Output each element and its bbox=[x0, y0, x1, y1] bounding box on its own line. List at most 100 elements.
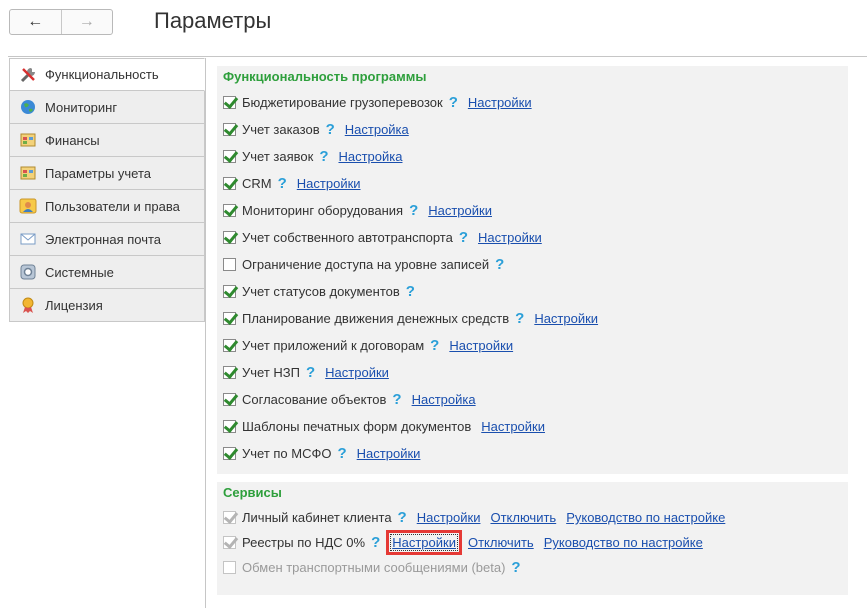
tab-users[interactable]: Пользователи и права bbox=[9, 190, 205, 223]
tab-ledger[interactable]: Параметры учета bbox=[9, 157, 205, 190]
option-checkbox bbox=[223, 536, 236, 549]
help-icon[interactable]: ? bbox=[319, 148, 328, 165]
option-checkbox[interactable] bbox=[223, 231, 236, 244]
option-row: Ограничение доступа на уровне записей? bbox=[223, 251, 848, 278]
option-label[interactable]: Учет собственного автотранспорта bbox=[242, 230, 453, 245]
tab-label: Мониторинг bbox=[45, 99, 118, 115]
ledger-icon bbox=[19, 164, 37, 182]
option-label[interactable]: Обмен транспортными сообщениями (beta) bbox=[242, 560, 505, 575]
option-checkbox[interactable] bbox=[223, 258, 236, 271]
tab-label: Финансы bbox=[45, 132, 100, 148]
option-label[interactable]: Планирование движения денежных средств bbox=[242, 311, 509, 326]
link-settings[interactable]: Настройки bbox=[417, 510, 481, 525]
tab-finance[interactable]: Финансы bbox=[9, 124, 205, 157]
option-label[interactable]: Учет НЗП bbox=[242, 365, 300, 380]
help-icon[interactable]: ? bbox=[409, 202, 418, 219]
tab-globe[interactable]: Мониторинг bbox=[9, 91, 205, 124]
nav-buttons: ← → bbox=[9, 9, 113, 35]
back-button[interactable]: ← bbox=[10, 10, 61, 34]
page-title: Параметры bbox=[154, 8, 272, 33]
option-checkbox[interactable] bbox=[223, 447, 236, 460]
option-checkbox[interactable] bbox=[223, 204, 236, 217]
option-row: Учет НЗП? Настройки bbox=[223, 359, 848, 386]
option-label[interactable]: Бюджетирование грузоперевозок bbox=[242, 95, 443, 110]
option-checkbox[interactable] bbox=[223, 177, 236, 190]
option-checkbox bbox=[223, 511, 236, 524]
link-disable[interactable]: Отключить bbox=[490, 510, 556, 525]
link-guide[interactable]: Руководство по настройке bbox=[544, 535, 703, 550]
option-checkbox[interactable] bbox=[223, 123, 236, 136]
link-settings[interactable]: Настройки bbox=[449, 338, 513, 353]
help-icon[interactable]: ? bbox=[398, 509, 407, 526]
link-settings[interactable]: Настройка bbox=[412, 392, 476, 407]
option-label[interactable]: Личный кабинет клиента bbox=[242, 510, 392, 525]
help-icon[interactable]: ? bbox=[278, 175, 287, 192]
option-label[interactable]: Учет приложений к договорам bbox=[242, 338, 424, 353]
link-settings[interactable]: Настройки bbox=[478, 230, 542, 245]
help-icon[interactable]: ? bbox=[515, 310, 524, 327]
link-guide[interactable]: Руководство по настройке bbox=[566, 510, 725, 525]
help-icon[interactable]: ? bbox=[511, 559, 520, 576]
option-checkbox[interactable] bbox=[223, 96, 236, 109]
option-checkbox[interactable] bbox=[223, 285, 236, 298]
link-settings[interactable]: Настройки bbox=[325, 365, 389, 380]
option-checkbox[interactable] bbox=[223, 150, 236, 163]
help-icon[interactable]: ? bbox=[338, 445, 347, 462]
help-icon[interactable]: ? bbox=[449, 94, 458, 111]
link-settings[interactable]: Настройки bbox=[481, 419, 545, 434]
link-settings[interactable]: Настройки bbox=[468, 95, 532, 110]
services-group: Сервисы Личный кабинет клиента? Настройки… bbox=[217, 482, 848, 595]
arrow-left-icon: ← bbox=[27, 13, 44, 30]
option-label[interactable]: Учет по МСФО bbox=[242, 446, 332, 461]
option-label[interactable]: Учет заявок bbox=[242, 149, 313, 164]
option-checkbox[interactable] bbox=[223, 393, 236, 406]
link-settings[interactable]: Настройка bbox=[338, 149, 402, 164]
header-divider bbox=[8, 56, 867, 57]
help-icon[interactable]: ? bbox=[459, 229, 468, 246]
help-icon[interactable]: ? bbox=[326, 121, 335, 138]
sidebar: Функциональность Мониторинг Финансы Парамет… bbox=[9, 58, 205, 322]
link-settings[interactable]: Настройки bbox=[297, 176, 361, 191]
option-label[interactable]: Ограничение доступа на уровне записей bbox=[242, 257, 489, 272]
link-settings[interactable]: Настройка bbox=[345, 122, 409, 137]
tab-mail[interactable]: Электронная почта bbox=[9, 223, 205, 256]
tab-system[interactable]: Системные bbox=[9, 256, 205, 289]
tools-icon bbox=[19, 66, 37, 84]
option-row: CRM? Настройки bbox=[223, 170, 848, 197]
option-row: Бюджетирование грузоперевозок? Настройки bbox=[223, 89, 848, 116]
help-icon[interactable]: ? bbox=[430, 337, 439, 354]
help-icon[interactable]: ? bbox=[392, 391, 401, 408]
option-row: Учет заявок? Настройка bbox=[223, 143, 848, 170]
option-checkbox[interactable] bbox=[223, 420, 236, 433]
link-disable[interactable]: Отключить bbox=[468, 535, 534, 550]
tab-tools[interactable]: Функциональность bbox=[9, 58, 205, 91]
help-icon[interactable]: ? bbox=[406, 283, 415, 300]
option-row: Личный кабинет клиента? Настройки Отключит… bbox=[223, 505, 848, 530]
help-icon[interactable]: ? bbox=[306, 364, 315, 381]
option-label[interactable]: Реестры по НДС 0% bbox=[242, 535, 365, 550]
option-label[interactable]: Учет статусов документов bbox=[242, 284, 400, 299]
option-label[interactable]: Учет заказов bbox=[242, 122, 320, 137]
link-settings[interactable]: Настройки bbox=[428, 203, 492, 218]
link-settings[interactable]: Настройки bbox=[357, 446, 421, 461]
system-icon bbox=[19, 263, 37, 281]
tab-label: Системные bbox=[45, 264, 114, 280]
tab-label: Функциональность bbox=[45, 67, 159, 82]
link-settings[interactable]: Настройки bbox=[534, 311, 598, 326]
tab-license[interactable]: Лицензия bbox=[9, 289, 205, 322]
arrow-right-icon: → bbox=[78, 13, 95, 30]
option-label[interactable]: CRM bbox=[242, 176, 272, 191]
option-label[interactable]: Согласование объектов bbox=[242, 392, 386, 407]
option-checkbox[interactable] bbox=[223, 312, 236, 325]
help-icon[interactable]: ? bbox=[371, 534, 380, 551]
forward-button[interactable]: → bbox=[60, 10, 113, 34]
link-settings[interactable]: Настройки bbox=[386, 530, 462, 555]
option-row: Учет по МСФО? Настройки bbox=[223, 440, 848, 467]
option-checkbox[interactable] bbox=[223, 339, 236, 352]
help-icon[interactable]: ? bbox=[495, 256, 504, 273]
option-checkbox[interactable] bbox=[223, 366, 236, 379]
option-label[interactable]: Мониторинг оборудования bbox=[242, 203, 403, 218]
option-row: Учет приложений к договорам? Настройки bbox=[223, 332, 848, 359]
option-label[interactable]: Шаблоны печатных форм документов bbox=[242, 419, 471, 434]
tab-label: Электронная почта bbox=[45, 231, 162, 247]
